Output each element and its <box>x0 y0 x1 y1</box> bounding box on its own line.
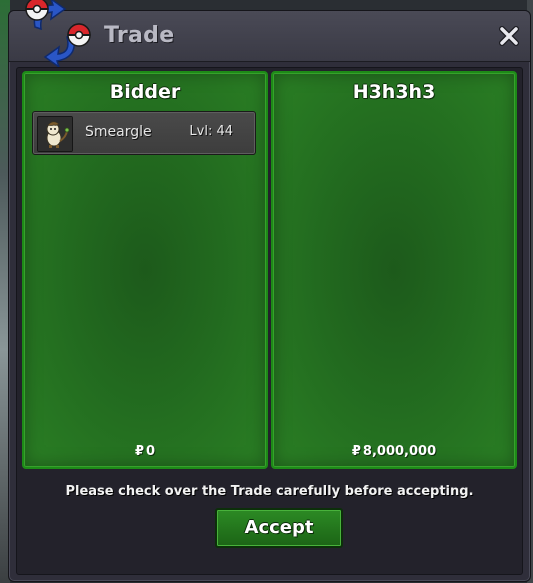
trade-item-smeargle[interactable]: Smeargle Lvl: 44 <box>32 111 256 155</box>
close-icon[interactable] <box>496 23 522 49</box>
trade-arrows-pokeball-icon <box>25 0 91 67</box>
trade-window: Trade Bidder Smeargle Lvl: 44 ₽ 0 H3h3h3… <box>8 0 531 582</box>
window-title: Trade <box>104 23 175 48</box>
trade-notice: Please check over the Trade carefully be… <box>65 484 474 499</box>
partner-money-value: 8,000,000 <box>362 444 437 459</box>
accept-button-label: Accept <box>244 517 314 538</box>
accept-button[interactable]: Accept <box>215 508 343 548</box>
item-level: Lvl: 44 <box>189 124 233 139</box>
partner-panel: H3h3h3 ₽8,000,000 <box>271 71 517 469</box>
game-screen: Trade Bidder Smeargle Lvl: 44 ₽ 0 H3h3h3… <box>0 0 533 583</box>
trade-content: Bidder Smeargle Lvl: 44 ₽ 0 H3h3h3 ₽ 8,0… <box>16 67 523 575</box>
bidder-money-value: 0 <box>146 444 156 459</box>
bidder-money: ₽0 <box>24 444 266 459</box>
partner-name: H3h3h3 <box>352 81 436 103</box>
bidder-name: Bidder <box>109 81 181 103</box>
pokedollar-icon: ₽ <box>134 444 144 459</box>
item-name: Smeargle <box>85 124 152 140</box>
pokedollar-icon: ₽ <box>351 444 361 459</box>
smeargle-sprite-icon <box>37 116 73 152</box>
bidder-panel: Bidder Smeargle Lvl: 44 ₽ 0 <box>22 71 268 469</box>
partner-money: ₽8,000,000 <box>273 444 515 459</box>
